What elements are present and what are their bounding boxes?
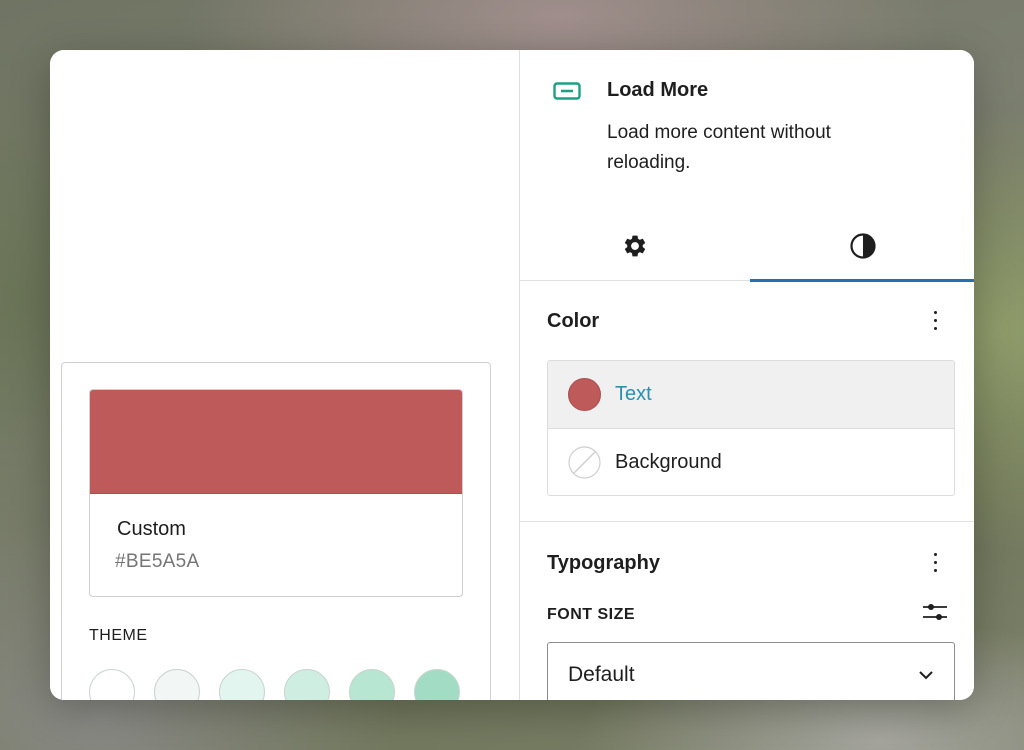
editor-canvas: Custom #BE5A5A THEME [50, 50, 519, 700]
font-size-select[interactable]: Default [547, 642, 955, 700]
theme-color-swatch[interactable] [219, 669, 265, 700]
theme-color-swatch[interactable] [349, 669, 395, 700]
dot-icon [933, 560, 937, 564]
theme-color-swatch[interactable] [284, 669, 330, 700]
dot-icon [933, 310, 937, 314]
chevron-down-icon [919, 671, 933, 680]
block-description: Load more content without reloading. [607, 122, 831, 173]
color-settings-list: Text Background [547, 360, 955, 496]
color-name: Custom [117, 518, 186, 540]
font-size-value: Default [568, 663, 635, 686]
block-settings-sidebar: Load More Load more content without relo… [519, 50, 974, 700]
button-block-icon [553, 82, 581, 100]
color-hex-value[interactable]: #BE5A5A [115, 551, 200, 573]
block-title: Load More [607, 79, 709, 101]
theme-palette-label: THEME [89, 627, 148, 644]
dot-icon [933, 318, 937, 322]
half-circle-icon [849, 232, 876, 259]
panel-divider [520, 521, 974, 522]
tab-settings[interactable] [520, 210, 750, 281]
tab-styles[interactable] [750, 210, 974, 282]
dot-icon [933, 326, 937, 330]
color-swatch-icon [568, 378, 601, 411]
color-panel-title: Color [547, 310, 600, 332]
color-item-label: Background [615, 450, 722, 473]
theme-color-swatch[interactable] [89, 669, 135, 700]
color-item-text[interactable]: Text [548, 361, 954, 428]
theme-color-swatch[interactable] [414, 669, 460, 700]
sliders-icon[interactable] [922, 600, 948, 624]
color-panel-options-button[interactable] [923, 305, 947, 335]
color-item-label: Text [615, 383, 652, 405]
gear-icon [624, 235, 646, 256]
font-size-label: FONT SIZE [547, 606, 636, 623]
dot-icon [933, 568, 937, 572]
typography-panel-title: Typography [547, 552, 660, 574]
custom-color-card[interactable]: Custom #BE5A5A [89, 389, 463, 597]
editor-window: Custom #BE5A5A THEME Load More Load more… [50, 50, 974, 700]
typography-panel-options-button[interactable] [923, 547, 947, 577]
theme-palette [89, 669, 460, 700]
color-picker-popover: Custom #BE5A5A THEME [61, 362, 491, 700]
sidebar-tabs [520, 210, 974, 282]
dot-icon [933, 552, 937, 556]
color-item-background[interactable]: Background [548, 428, 954, 495]
color-preview[interactable] [90, 390, 462, 494]
theme-color-swatch[interactable] [154, 669, 200, 700]
no-color-icon [568, 445, 601, 479]
